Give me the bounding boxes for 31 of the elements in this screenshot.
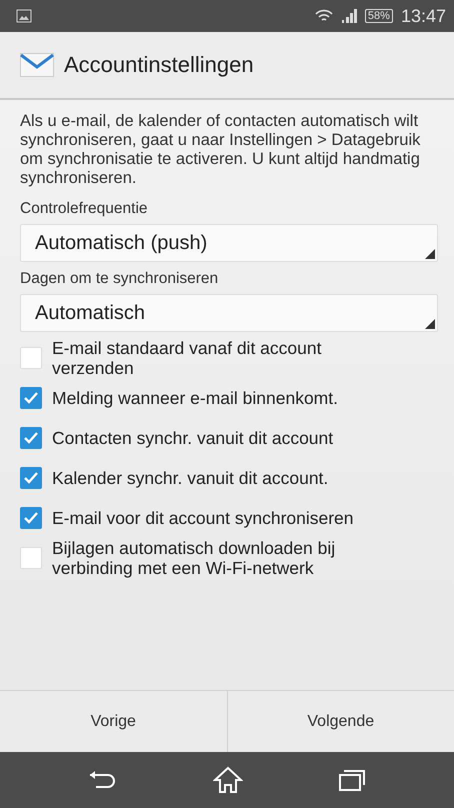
checkmark-icon (24, 472, 38, 484)
recent-apps-icon[interactable] (338, 768, 366, 792)
home-icon[interactable] (212, 766, 243, 794)
screen-title: Accountinstellingen (64, 52, 254, 78)
option-label: Melding wanneer e-mail binnenkomt. (52, 388, 338, 408)
envelope-icon (20, 53, 54, 77)
battery-indicator: 58% (364, 9, 393, 23)
checkbox[interactable] (20, 387, 42, 409)
signal-icon (340, 9, 357, 23)
checkbox[interactable] (20, 427, 42, 449)
checkmark-icon (24, 432, 38, 444)
dropdown[interactable]: Automatisch (20, 294, 438, 332)
clock: 13:47 (400, 6, 446, 26)
option-label: Contacten synchr. vanuit dit account (52, 428, 334, 448)
dropdown-corner-icon (425, 249, 435, 259)
picture-notification-icon (16, 9, 32, 23)
dropdown-label: Dagen om te synchroniseren (20, 270, 220, 288)
option-label: E-mail standaard vanaf dit account verzenden (52, 338, 322, 378)
checkbox[interactable] (20, 467, 42, 489)
option-label: Kalender synchr. vanuit dit account. (52, 468, 328, 488)
checkmark-icon (24, 392, 38, 404)
dropdown-corner-icon (425, 319, 435, 329)
checkbox[interactable] (20, 507, 42, 529)
dropdown-label: Controlefrequentie (20, 200, 149, 218)
back-icon[interactable] (88, 770, 118, 790)
option-label: Bijlagen automatisch downloaden bij verbinding met een Wi-Fi-netwerk (52, 538, 336, 578)
nav-button[interactable]: Volgende (226, 691, 454, 752)
option-label: E-mail voor dit account synchroniseren (52, 508, 354, 528)
intro-text: Als u e-mail, de kalender of contacten automatisch wilt synchroniseren, gaat u naar Instellingen > Datagebruik om synchronisatie te activeren. U kunt altijd handmatig synchroniseren. (20, 112, 422, 188)
checkmark-icon (24, 512, 38, 524)
dropdown[interactable]: Automatisch (push) (20, 224, 438, 262)
